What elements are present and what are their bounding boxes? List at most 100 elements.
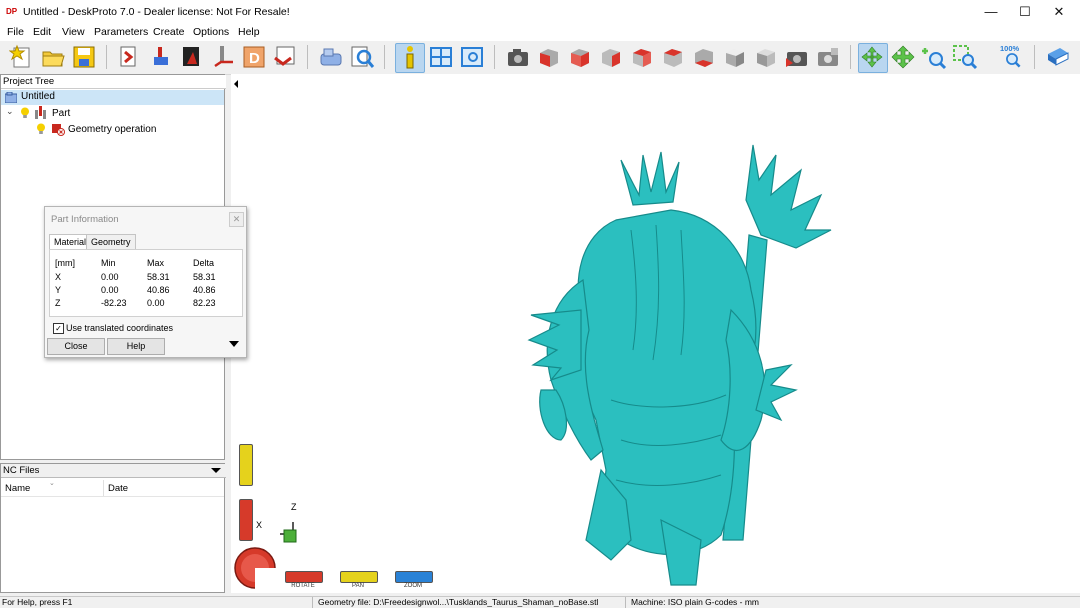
axis-z-label: Z <box>291 502 297 512</box>
view-bottom-icon[interactable] <box>691 44 717 70</box>
help-book-icon[interactable] <box>1045 44 1071 70</box>
nc-column-date[interactable]: Date <box>108 483 128 494</box>
status-bar: For Help, press F1 Geometry file: D:\Fre… <box>0 596 1080 608</box>
save-project-icon[interactable] <box>71 44 97 70</box>
close-window-button[interactable]: ✕ <box>1042 0 1076 24</box>
import-geometry-icon[interactable] <box>117 44 143 70</box>
maximize-button[interactable]: ☐ <box>1008 0 1042 24</box>
render2-icon[interactable] <box>815 44 841 70</box>
split-view-icon[interactable] <box>428 44 454 70</box>
lightbulb-icon[interactable] <box>20 107 30 119</box>
dimensions-table: [mm] Min Max Delta X 0.00 58.31 58.31 Y … <box>49 249 243 317</box>
title-bar: DP Untitled - DeskProto 7.0 - Dealer lic… <box>0 0 1080 24</box>
view-right-icon[interactable] <box>629 44 655 70</box>
table-cell: 40.86 <box>193 285 216 295</box>
view-left-icon[interactable] <box>598 44 624 70</box>
tree-item-part-label: Part <box>52 108 71 119</box>
table-cell: Y <box>55 285 62 295</box>
save-nc-icon[interactable] <box>272 44 298 70</box>
toolpath-icon[interactable] <box>210 44 236 70</box>
menu-edit[interactable]: Edit <box>33 26 51 38</box>
toolbar-separator <box>850 45 851 69</box>
rotate-view-icon[interactable] <box>858 43 888 73</box>
rotate-slider[interactable] <box>239 499 253 541</box>
operation-parameters-icon[interactable] <box>179 44 205 70</box>
table-cell: 0.00 <box>101 285 119 295</box>
preview-icon[interactable] <box>459 44 485 70</box>
table-header: Max <box>147 258 165 268</box>
pan-mode-label: PAN <box>352 583 364 589</box>
toolbar-separator <box>494 45 495 69</box>
zoom-mode-button[interactable] <box>395 571 433 583</box>
nc-files-dropdown-icon[interactable] <box>211 468 221 473</box>
dialog-close-icon[interactable]: ✕ <box>229 212 244 227</box>
table-header: [mm] <box>55 258 75 268</box>
menu-options[interactable]: Options <box>193 26 229 38</box>
toolbar-separator <box>106 45 107 69</box>
help-button[interactable]: Help <box>107 338 165 355</box>
zoom-in-icon[interactable] <box>921 44 947 70</box>
view-back-icon[interactable] <box>567 44 593 70</box>
close-button[interactable]: Close <box>47 338 105 355</box>
status-help: For Help, press F1 <box>2 597 73 607</box>
project-tree-header: Project Tree <box>1 75 226 89</box>
status-separator <box>312 597 313 608</box>
camera-view-icon[interactable] <box>505 44 531 70</box>
menu-file[interactable]: File <box>7 26 24 38</box>
part-parameters-icon[interactable] <box>148 44 174 70</box>
view-iso2-icon[interactable] <box>753 44 779 70</box>
view-front-icon[interactable] <box>536 44 562 70</box>
tab-geometry[interactable]: Geometry <box>86 234 136 249</box>
nc-files-header: NC Files <box>1 464 226 478</box>
render-icon[interactable] <box>784 44 810 70</box>
expand-dialog-icon[interactable] <box>229 341 239 347</box>
tree-item-part[interactable]: ⌄ Part <box>1 106 224 121</box>
part-icon <box>35 106 46 119</box>
column-divider[interactable] <box>103 480 104 496</box>
menu-parameters[interactable]: Parameters <box>94 26 148 38</box>
nc-files-columns: Name ⌄ Date <box>1 480 224 497</box>
part-information-dialog: Part Information ✕ Material Geometry [mm… <box>44 206 247 358</box>
menu-create[interactable]: Create <box>153 26 185 38</box>
simulation-icon[interactable] <box>349 44 375 70</box>
view-iso-icon[interactable] <box>722 44 748 70</box>
status-separator <box>625 597 626 608</box>
pan-view-icon[interactable] <box>890 44 916 70</box>
use-translated-coordinates-checkbox[interactable]: ✓ <box>53 323 64 334</box>
geometry-operation-icon <box>52 124 65 136</box>
info-icon[interactable] <box>395 43 425 73</box>
expand-chevron-icon[interactable]: ⌄ <box>6 106 14 117</box>
toolbar-separator <box>384 45 385 69</box>
menu-view[interactable]: View <box>62 26 85 38</box>
machine-icon[interactable] <box>318 44 344 70</box>
pan-mode-button[interactable] <box>340 571 378 583</box>
3d-viewport[interactable]: X Z <box>231 74 1080 593</box>
zoom-window-icon[interactable] <box>952 44 978 70</box>
view-top-icon[interactable] <box>660 44 686 70</box>
rotate-mode-button[interactable] <box>285 571 323 583</box>
axis-x-label: X <box>256 520 263 530</box>
zoom-100-icon[interactable]: 100% <box>1000 44 1026 70</box>
tab-material[interactable]: Material <box>49 234 92 249</box>
tree-item-geometry-operation-label: Geometry operation <box>68 124 157 135</box>
project-icon <box>5 92 17 103</box>
table-cell: X <box>55 272 62 282</box>
toolbar-separator <box>1034 45 1035 69</box>
zoom-mode-label: ZOOM <box>404 583 422 589</box>
rotate-mode-label: ROTATE <box>291 583 315 589</box>
minimize-button[interactable]: — <box>974 0 1008 24</box>
tree-item-untitled-label: Untitled <box>21 91 55 102</box>
open-project-icon[interactable] <box>40 44 66 70</box>
lightbulb-icon[interactable] <box>36 123 46 135</box>
collapse-panel-icon[interactable] <box>234 80 238 88</box>
nc-column-name[interactable]: Name <box>5 483 30 494</box>
new-project-icon[interactable] <box>8 44 35 70</box>
tree-item-untitled[interactable]: Untitled <box>1 90 224 105</box>
svg-text:D: D <box>249 50 260 67</box>
drawing-icon[interactable]: D <box>241 44 267 70</box>
3d-model-render <box>527 144 832 586</box>
tree-item-geometry-operation[interactable]: Geometry operation <box>1 122 224 137</box>
zoom-slider[interactable] <box>239 444 253 486</box>
rotate-dial[interactable] <box>233 546 277 590</box>
menu-help[interactable]: Help <box>238 26 260 38</box>
